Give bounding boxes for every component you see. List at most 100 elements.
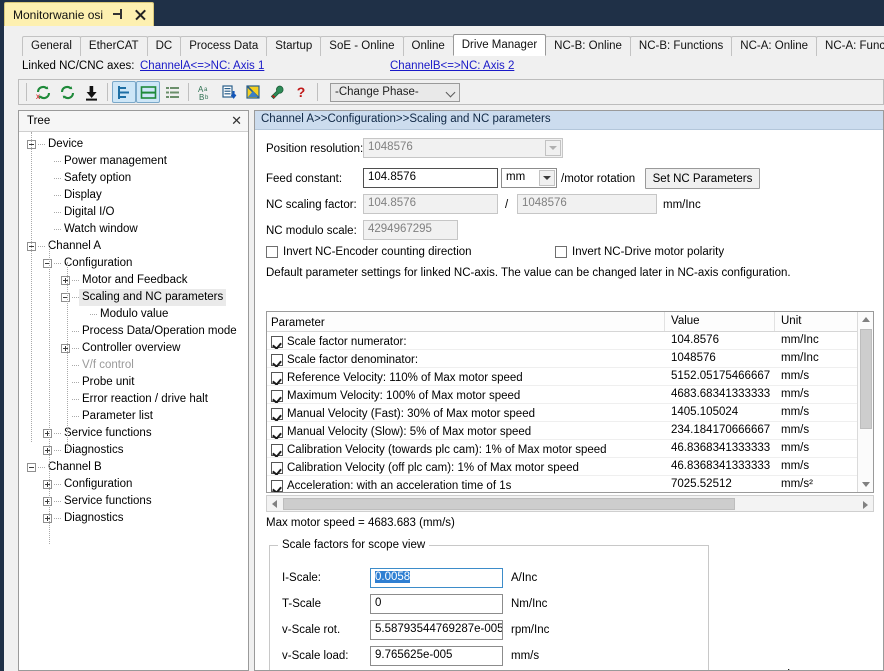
collapse-icon[interactable] xyxy=(27,463,36,472)
tree-item-controller-overview[interactable]: Controller overview xyxy=(19,340,248,357)
tree-item-v-f-control[interactable]: V/f control xyxy=(19,357,248,374)
tree-item-probe-unit[interactable]: Probe unit xyxy=(19,374,248,391)
tab-nc-a-functions[interactable]: NC-A: Functions xyxy=(816,36,884,56)
column-header-value[interactable]: Value xyxy=(665,312,775,331)
row-checkbox[interactable] xyxy=(271,353,283,366)
tree-item-configuration[interactable]: Configuration xyxy=(19,476,248,493)
wrench-icon[interactable] xyxy=(265,81,289,103)
position-resolution-combo[interactable]: 1048576 xyxy=(363,138,563,158)
collapse-icon[interactable] xyxy=(43,259,52,268)
scope-row-input[interactable]: 0.0058 xyxy=(370,568,503,588)
tab-process-data[interactable]: Process Data xyxy=(180,36,268,56)
scroll-right-icon[interactable] xyxy=(858,497,873,512)
document-tab[interactable]: Monitorwanie osi xyxy=(4,2,155,26)
list-view-icon[interactable] xyxy=(160,81,184,103)
expand-icon[interactable] xyxy=(61,276,70,285)
tab-dc[interactable]: DC xyxy=(146,36,182,56)
tree-item-channel-a[interactable]: Channel A xyxy=(19,238,248,255)
h-scroll-thumb[interactable] xyxy=(283,498,735,510)
table-row[interactable]: Calibration Velocity (off plc cam): 1% o… xyxy=(267,458,873,476)
tab-nc-a-online[interactable]: NC-A: Online xyxy=(731,36,818,56)
tree-item-service-functions[interactable]: Service functions xyxy=(19,425,248,442)
table-row[interactable]: Manual Velocity (Fast): 30% of Max motor… xyxy=(267,404,873,422)
table-row[interactable]: Calibration Velocity (towards plc cam): … xyxy=(267,440,873,458)
tree-item-configuration[interactable]: Configuration xyxy=(19,255,248,272)
table-row[interactable]: Reference Velocity: 110% of Max motor sp… xyxy=(267,368,873,386)
table-row[interactable]: Scale factor denominator: 1048576 mm/Inc xyxy=(267,350,873,368)
linked-axis-a-link[interactable]: ChannelA<=>NC: Axis 1 xyxy=(140,60,264,72)
scroll-up-icon[interactable] xyxy=(858,312,873,327)
scroll-down-icon[interactable] xyxy=(858,477,873,492)
column-header-unit[interactable]: Unit xyxy=(775,312,859,331)
collapse-icon[interactable] xyxy=(61,293,70,302)
change-phase-combo[interactable]: -Change Phase- xyxy=(330,82,460,102)
column-header-parameter[interactable]: Parameter xyxy=(267,312,665,331)
tree-item-display[interactable]: Display xyxy=(19,187,248,204)
expand-icon[interactable] xyxy=(43,480,52,489)
tree-item-digital-i-o[interactable]: Digital I/O xyxy=(19,204,248,221)
download-icon[interactable] xyxy=(79,81,103,103)
invert-motor-checkbox-row[interactable]: Invert NC-Drive motor polarity xyxy=(555,246,724,258)
invert-motor-checkbox[interactable] xyxy=(555,246,567,258)
tree-item-channel-b[interactable]: Channel B xyxy=(19,459,248,476)
help-icon[interactable]: ? xyxy=(289,81,313,103)
reload-error-icon[interactable]: x xyxy=(31,81,55,103)
table-row[interactable]: Manual Velocity (Slow): 5% of Max motor … xyxy=(267,422,873,440)
tab-general[interactable]: General xyxy=(22,36,81,56)
expand-icon[interactable] xyxy=(43,514,52,523)
row-checkbox[interactable] xyxy=(271,407,283,420)
table-row[interactable]: Maximum Velocity: 100% of Max motor spee… xyxy=(267,386,873,404)
row-checkbox[interactable] xyxy=(271,461,283,474)
expand-icon[interactable] xyxy=(43,429,52,438)
grid-vertical-scrollbar[interactable] xyxy=(857,312,873,492)
refresh-icon[interactable] xyxy=(55,81,79,103)
tree-item-modulo-value[interactable]: Modulo value xyxy=(19,306,248,323)
flag-icon[interactable] xyxy=(241,81,265,103)
scroll-thumb[interactable] xyxy=(860,329,872,429)
tab-ethercat[interactable]: EtherCAT xyxy=(79,36,148,56)
scope-row-input[interactable]: 9.765625e-005 xyxy=(370,646,503,666)
export-list-icon[interactable] xyxy=(217,81,241,103)
tab-nc-b-functions[interactable]: NC-B: Functions xyxy=(629,36,733,56)
tree-item-device[interactable]: Device xyxy=(19,136,248,153)
tree-item-process-data-operation-mode[interactable]: Process Data/Operation mode xyxy=(19,323,248,340)
close-icon[interactable] xyxy=(134,8,147,21)
invert-encoder-checkbox[interactable] xyxy=(266,246,278,258)
tree-item-error-reaction-drive-halt[interactable]: Error reaction / drive halt xyxy=(19,391,248,408)
scope-row-input[interactable]: 5.58793544769287e-005 xyxy=(370,620,503,640)
feed-constant-input[interactable]: 104.8576 xyxy=(363,168,498,188)
tree-item-watch-window[interactable]: Watch window xyxy=(19,221,248,238)
tab-nc-b-online[interactable]: NC-B: Online xyxy=(545,36,631,56)
close-icon[interactable]: ✕ xyxy=(231,114,242,127)
row-checkbox[interactable] xyxy=(271,479,283,492)
tree-item-diagnostics[interactable]: Diagnostics xyxy=(19,442,248,459)
sort-alpha-icon[interactable]: AaBb xyxy=(193,81,217,103)
row-checkbox[interactable] xyxy=(271,443,283,456)
tab-soe-online[interactable]: SoE - Online xyxy=(320,36,404,56)
row-checkbox[interactable] xyxy=(271,335,283,348)
tree-item-motor-and-feedback[interactable]: Motor and Feedback xyxy=(19,272,248,289)
row-checkbox[interactable] xyxy=(271,389,283,402)
tab-drive-manager[interactable]: Drive Manager xyxy=(452,34,547,56)
row-checkbox[interactable] xyxy=(271,371,283,384)
table-row[interactable]: Scale factor numerator: 104.8576 mm/Inc xyxy=(267,332,873,350)
tree-item-service-functions[interactable]: Service functions xyxy=(19,493,248,510)
tab-startup[interactable]: Startup xyxy=(266,36,322,56)
tab-online[interactable]: Online xyxy=(402,36,454,56)
invert-encoder-checkbox-row[interactable]: Invert NC-Encoder counting direction xyxy=(266,246,472,258)
expand-icon[interactable] xyxy=(43,446,52,455)
scroll-left-icon[interactable] xyxy=(267,496,282,511)
tree-item-safety-option[interactable]: Safety option xyxy=(19,170,248,187)
scope-row-input[interactable]: 0 xyxy=(370,594,503,614)
tree-item-power-management[interactable]: Power management xyxy=(19,153,248,170)
linked-axis-b-link[interactable]: ChannelB<=>NC: Axis 2 xyxy=(390,60,514,72)
expand-icon[interactable] xyxy=(43,497,52,506)
tree-item-scaling-and-nc-parameters[interactable]: Scaling and NC parameters xyxy=(19,289,248,306)
table-row[interactable]: Acceleration: with an acceleration time … xyxy=(267,476,873,492)
tree-item-parameter-list[interactable]: Parameter list xyxy=(19,408,248,425)
set-nc-parameters-button[interactable]: Set NC Parameters xyxy=(645,168,760,189)
pin-icon[interactable] xyxy=(112,8,125,21)
tree-item-diagnostics[interactable]: Diagnostics xyxy=(19,510,248,527)
grid-horizontal-scrollbar[interactable] xyxy=(266,495,874,512)
expand-icon[interactable] xyxy=(61,344,70,353)
